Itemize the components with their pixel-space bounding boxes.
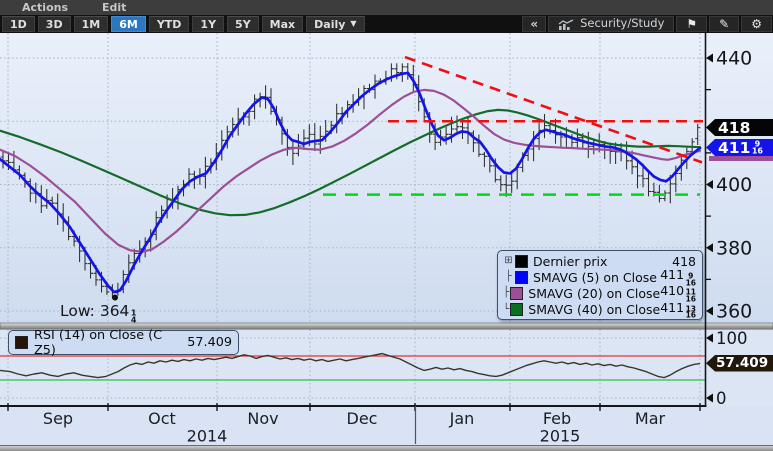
chart-plot-area[interactable]: 440 400 380 360 100 0 Sep Oct Nov Dec Jan Feb Mar 201… [0,33,773,451]
flag-icon: ⚑ [686,18,697,30]
rsi-value-badge: 57.409 [706,355,773,372]
chevron-down-icon: ▼ [350,20,356,28]
flag-button[interactable]: ⚑ [676,16,707,32]
menu-edit[interactable]: Edit [102,1,126,14]
legend-label: SMAVG (40) on Close [528,302,660,317]
rsi-swatch [15,336,28,349]
legend-swatch [515,271,528,284]
mini-chart-icon [558,19,574,30]
security-study-button[interactable]: Security/Study [548,16,674,32]
low-annotation: Low: 36414 [60,302,137,324]
year-label: 2015 [540,427,581,446]
month-label: Jan [449,409,475,428]
range-button-5y[interactable]: 5Y [227,16,259,32]
security-study-label: Security/Study [580,18,664,30]
gear-icon: ⚙ [751,18,762,30]
price-tick-label: 440 [716,48,752,70]
month-label: Oct [148,409,176,428]
range-button-3d[interactable]: 3D [38,16,71,32]
legend-label: Dernier prix [533,254,672,269]
rsi-legend-label: RSI (14) on Close (C Z5) [34,328,182,358]
month-label: Feb [543,409,571,428]
rsi-badge-value: 57.409 [716,355,768,371]
smavg5-value-int: 411 [718,139,750,157]
legend-tree-glyph: └ [502,305,510,315]
legend-swatch [510,303,523,316]
last-price-badge: 418 [706,119,773,136]
legend-swatch [510,287,523,300]
legend-tree-glyph: ├ [502,288,510,298]
month-label: Nov [247,409,278,428]
legend-label: SMAVG (20) on Close [528,286,660,301]
legend-row-3[interactable]: └SMAVG (40) on Close4111316 [502,302,696,318]
price-tick-label: 380 [716,237,752,259]
bottom-scrollbar[interactable] [0,445,773,451]
toolbar-right-group: « Security/Study ⚑ ✎ ⚙ [521,15,773,33]
rsi-legend-value: 57.409 [187,335,232,350]
rsi-legend[interactable]: RSI (14) on Close (C Z5) 57.409 [8,330,239,355]
settings-button[interactable]: ⚙ [741,16,772,32]
range-button-ytd[interactable]: YTD [149,16,190,32]
range-button-1y[interactable]: 1Y [192,16,224,32]
month-label: Mar [635,409,666,428]
range-button-group: 1D3D1M6MYTD1Y5YMaxDaily▼ [0,15,366,33]
annotate-button[interactable]: ✎ [709,16,739,32]
menu-bar: Actions Edit [0,0,773,15]
month-label: Sep [43,409,73,428]
rsi-tick-label: 0 [716,389,727,408]
smavg20-price-badge [709,156,773,161]
rsi-tick-label: 100 [716,329,748,348]
year-label: 2014 [187,427,228,446]
low-marker-dot [112,295,118,301]
smavg5-value-fraction: 916 [752,140,763,154]
smavg5-price-badge: 411 916 [706,139,773,156]
month-label: Dec [347,409,378,428]
price-tick-label: 360 [716,301,752,323]
range-button-1d[interactable]: 1D [2,16,35,32]
legend-tree-glyph: ├ [502,272,515,282]
legend-label: SMAVG (5) on Close [533,270,660,285]
menu-actions[interactable]: Actions [22,1,68,14]
collapse-button[interactable]: « [522,16,546,32]
range-button-6m[interactable]: 6M [111,16,146,32]
legend-tree-glyph[interactable]: ⊞ [502,256,515,266]
annotate-icon: ✎ [719,18,729,30]
legend-swatch [515,255,528,268]
last-price-value: 418 [718,119,750,137]
period-select-button[interactable]: Daily▼ [306,16,364,32]
price-tick-label: 400 [716,174,752,196]
toolbar: 1D3D1M6MYTD1Y5YMaxDaily▼ « Security/Stud… [0,15,773,33]
range-button-1m[interactable]: 1M [74,16,109,32]
range-button-max[interactable]: Max [262,16,303,32]
legend-rows: ⊞Dernier prix418├SMAVG (5) on Close41191… [502,253,696,318]
chart-window: Actions Edit 1D3D1M6MYTD1Y5YMaxDaily▼ « … [0,0,773,451]
chart-legend: ⊞Dernier prix418├SMAVG (5) on Close41191… [497,250,703,320]
